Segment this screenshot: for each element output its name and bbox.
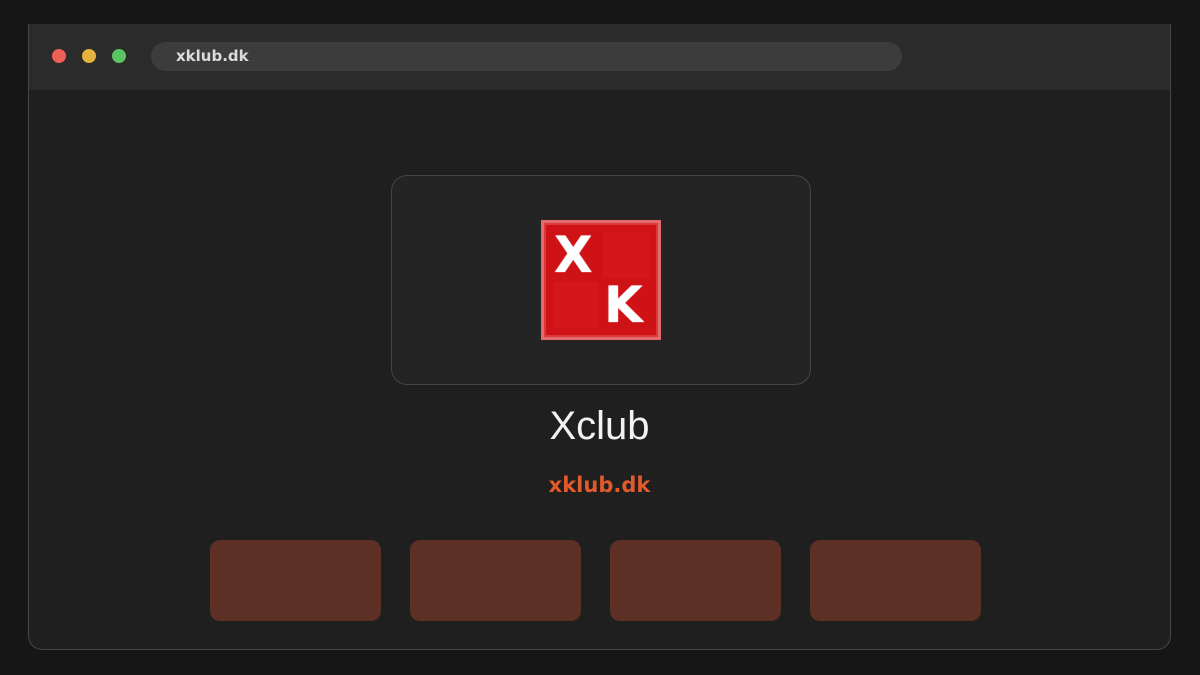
placeholder-tile[interactable]	[610, 540, 781, 621]
browser-window: xklub.dk X K Xclub xklub.dk	[28, 24, 1171, 650]
browser-titlebar: xklub.dk	[29, 24, 1170, 90]
placeholder-tile[interactable]	[810, 540, 981, 621]
logo-letter-k: K	[604, 276, 643, 334]
logo-square	[553, 282, 599, 328]
close-window-button[interactable]	[52, 49, 66, 63]
site-logo: X K	[541, 220, 661, 340]
site-title: Xclub	[549, 404, 650, 448]
logo-letter-x: X	[554, 226, 593, 284]
minimize-window-button[interactable]	[82, 49, 96, 63]
placeholder-tile[interactable]	[410, 540, 581, 621]
maximize-window-button[interactable]	[112, 49, 126, 63]
site-domain-link[interactable]: xklub.dk	[29, 473, 1170, 497]
placeholder-tile[interactable]	[210, 540, 381, 621]
logo-square	[603, 232, 649, 278]
logo-card: X K	[391, 175, 811, 385]
address-bar[interactable]: xklub.dk	[151, 42, 902, 71]
